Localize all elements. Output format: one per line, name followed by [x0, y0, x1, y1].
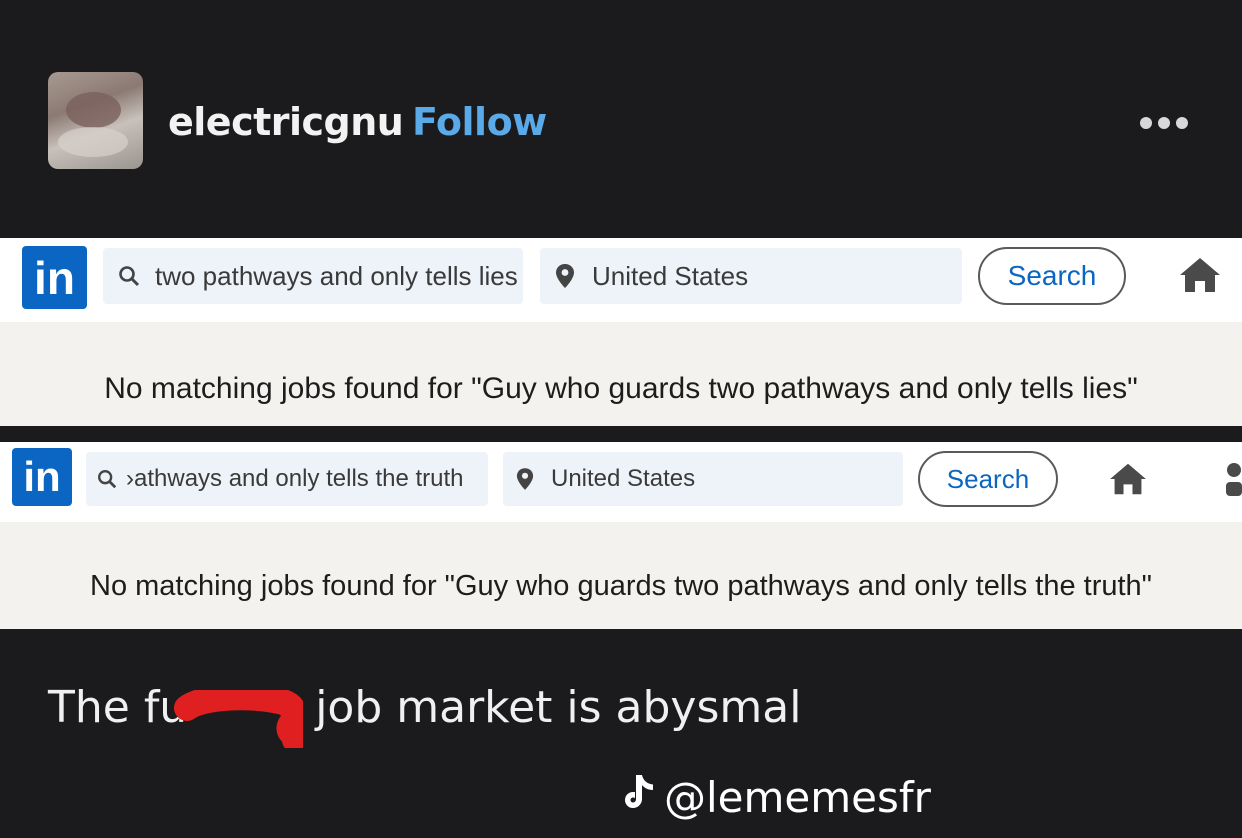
- keyword-search-value: ›athways and only tells the truth: [126, 465, 464, 492]
- location-pin-icon: [511, 467, 539, 491]
- avatar[interactable]: [48, 72, 143, 169]
- linkedin-logo-icon: in: [12, 448, 72, 506]
- keyword-search-value: two pathways and only tells lies: [155, 260, 518, 291]
- location-input[interactable]: United States: [503, 452, 903, 506]
- watermark: @lememesfr: [622, 772, 931, 822]
- search-icon: [109, 264, 149, 288]
- linkedin-header: in ›athways and only tells the truth Uni…: [0, 442, 1242, 522]
- linkedin-logo-icon: in: [22, 246, 87, 309]
- search-icon: [90, 468, 124, 490]
- no-results-message: No matching jobs found for "Guy who guar…: [90, 570, 1152, 602]
- linkedin-header: in two pathways and only tells lies Unit…: [0, 238, 1242, 322]
- caption-end: job market is abysmal: [315, 682, 802, 733]
- tiktok-icon: [622, 772, 658, 822]
- divider: [0, 426, 1242, 442]
- search-button[interactable]: Search: [978, 247, 1126, 305]
- linkedin-logo-text: in: [23, 453, 61, 500]
- post-header: electricgnu Follow: [0, 0, 1242, 238]
- username[interactable]: electricgnu: [168, 100, 404, 144]
- no-results-message: No matching jobs found for "Guy who guar…: [104, 372, 1138, 405]
- watermark-handle: @lememesfr: [664, 772, 931, 822]
- keyword-search-input[interactable]: ›athways and only tells the truth: [86, 452, 488, 506]
- linkedin-screenshot-2: in ›athways and only tells the truth Uni…: [0, 442, 1242, 629]
- follow-button[interactable]: Follow: [412, 100, 547, 144]
- home-icon[interactable]: [1178, 256, 1222, 298]
- location-input[interactable]: United States: [540, 248, 962, 304]
- location-value: United States: [592, 260, 749, 291]
- search-button[interactable]: Search: [918, 451, 1058, 507]
- linkedin-logo-text: in: [34, 251, 75, 304]
- profile-icon[interactable]: [1222, 460, 1242, 500]
- keyword-search-input[interactable]: two pathways and only tells lies: [103, 248, 523, 304]
- redaction-scribble: [173, 684, 309, 753]
- post-caption: The fu job market is abysmal: [48, 682, 801, 733]
- location-value: United States: [551, 465, 696, 492]
- linkedin-screenshot-1: in two pathways and only tells lies Unit…: [0, 238, 1242, 426]
- caption-start: The fu: [48, 682, 188, 733]
- home-icon[interactable]: [1108, 462, 1148, 500]
- location-pin-icon: [550, 263, 580, 289]
- more-options-icon[interactable]: [1140, 112, 1200, 134]
